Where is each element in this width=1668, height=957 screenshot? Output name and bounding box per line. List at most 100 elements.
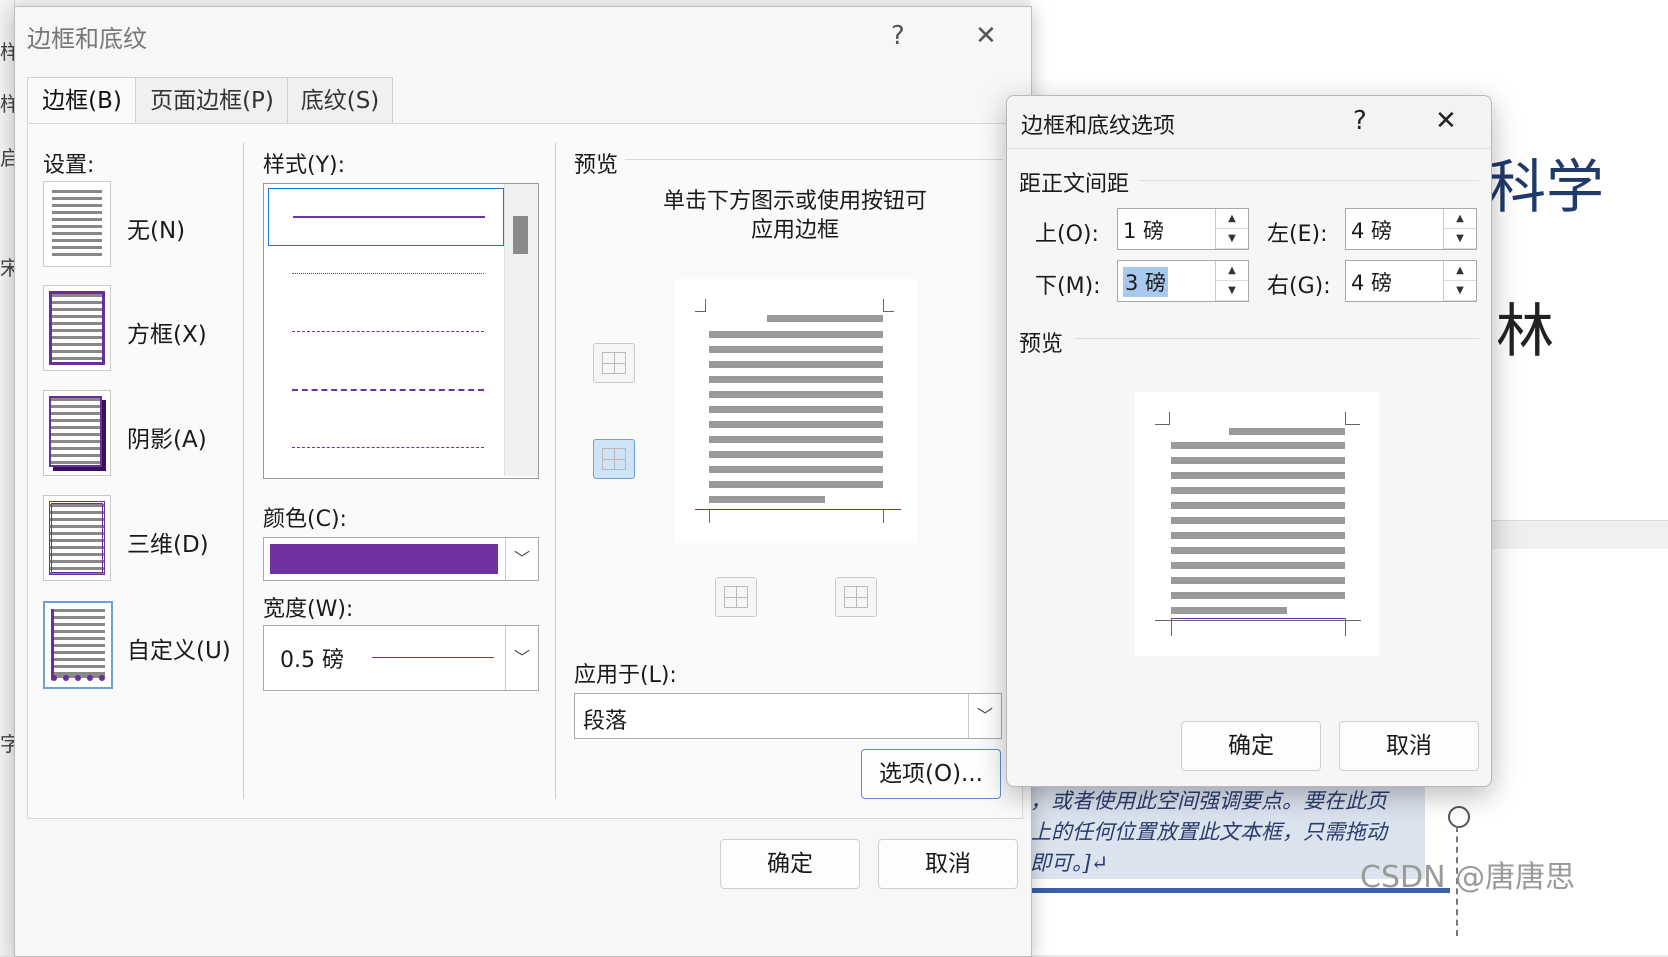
color-label: 颜色(C): [263,507,347,532]
style-dash-dot[interactable] [268,420,502,476]
options-preview [1135,392,1379,656]
corner-mark [709,509,710,523]
top-spacing-label: 上(O): [1035,222,1099,247]
spin-down-icon[interactable]: ▼ [1444,229,1476,249]
section-rule [1139,180,1479,181]
background-heading-text: 科学 [1488,153,1605,221]
apply-to-dropdown[interactable]: 段落 ﹀ [574,693,1002,739]
help-icon[interactable]: ? [891,21,905,51]
section-rule [1075,338,1479,339]
setting-none-icon[interactable] [43,181,111,267]
width-label: 宽度(W): [263,597,354,622]
style-scrollbar[interactable] [504,184,538,476]
ok-button[interactable]: 确定 [720,839,860,889]
right-spacing-label: 右(G): [1267,274,1331,299]
cancel-button[interactable]: 取消 [878,839,1018,889]
style-list[interactable] [263,183,539,479]
spin-down-icon[interactable]: ▼ [1216,229,1248,249]
scroll-thumb[interactable] [513,216,528,254]
chevron-down-icon[interactable]: ﹀ [968,694,1001,738]
left-spacing-label: 左(E): [1267,222,1328,247]
corner-mark [695,299,706,312]
style-dashed-small[interactable] [268,304,502,360]
shape-handle[interactable] [1448,806,1470,828]
left-spacing-value[interactable]: 4 磅 [1351,215,1392,245]
spinner-arrows[interactable]: ▲ ▼ [1443,261,1476,301]
tab-shading[interactable]: 底纹(S) [287,77,393,124]
width-value: 0.5 磅 [280,648,344,673]
setting-custom-icon[interactable] [43,601,113,689]
preview-rule [625,159,1003,160]
borders-shading-dialog: 边框和底纹 ? ✕ 边框(B) 页面边框(P) 底纹(S) 设置: 无(N) 方… [14,6,1032,957]
right-spacing-value[interactable]: 4 磅 [1351,267,1392,297]
chevron-down-icon[interactable]: ﹀ [505,626,538,690]
style-dashed[interactable] [268,362,502,418]
close-icon[interactable]: ✕ [975,21,997,51]
chevron-down-icon[interactable]: ﹀ [505,538,538,580]
preview-bottom-border [1171,618,1345,619]
bottom-spacing-label: 下(M): [1035,274,1101,299]
spin-up-icon[interactable]: ▲ [1444,261,1476,281]
apply-to-value: 段落 [583,709,628,734]
spin-up-icon[interactable]: ▲ [1444,209,1476,229]
border-preview[interactable] [675,279,917,543]
bottom-border-button[interactable] [593,439,635,479]
style-dotted[interactable] [268,246,502,302]
spinner-arrows[interactable]: ▲ ▼ [1215,209,1248,249]
options-cancel-button[interactable]: 取消 [1339,721,1479,771]
options-dialog-title: 边框和底纹选项 [1021,114,1176,139]
options-preview-label: 预览 [1019,332,1064,357]
bottom-spacing-stepper[interactable]: 3 磅 ▲ ▼ [1117,260,1249,302]
top-spacing-stepper[interactable]: 1 磅 ▲ ▼ [1117,208,1249,250]
left-border-button[interactable] [715,577,757,617]
preview-bottom-border [695,509,901,510]
close-icon[interactable]: ✕ [1435,106,1457,136]
style-solid[interactable] [268,188,504,246]
options-ok-button[interactable]: 确定 [1181,721,1321,771]
dialog-title: 边框和底纹 [27,25,147,53]
setting-box-label[interactable]: 方框(X) [127,315,207,349]
preview-bottom-guide [1155,620,1361,621]
setting-shadow-icon[interactable] [43,390,111,476]
setting-custom-label[interactable]: 自定义(U) [127,631,231,665]
top-spacing-value[interactable]: 1 磅 [1123,215,1164,245]
setting-shadow-label[interactable]: 阴影(A) [127,420,207,454]
top-border-button[interactable] [593,343,635,383]
preview-label: 预览 [574,153,619,178]
setting-3d-label[interactable]: 三维(D) [127,525,209,559]
left-spacing-stepper[interactable]: 4 磅 ▲ ▼ [1345,208,1477,250]
corner-mark [1345,412,1360,425]
width-line-sample [372,657,494,658]
right-spacing-stepper[interactable]: 4 磅 ▲ ▼ [1345,260,1477,302]
setting-3d-icon[interactable] [43,495,111,581]
corner-mark [883,299,894,312]
right-border-button[interactable] [835,577,877,617]
options-button[interactable]: 选项(O)... [861,749,1001,799]
spin-down-icon[interactable]: ▼ [1216,281,1248,301]
spinner-arrows[interactable]: ▲ ▼ [1443,209,1476,249]
watermark: CSDN @唐唐思 [1360,860,1576,895]
spin-down-icon[interactable]: ▼ [1444,281,1476,301]
settings-label: 设置: [43,153,95,178]
help-icon[interactable]: ? [1353,106,1367,136]
background-heading-text-2: 林 [1496,297,1555,365]
preview-hint: 单击下方图示或使用按钮可 应用边框 [662,189,927,243]
tab-page-border[interactable]: 页面边框(P) [135,77,289,124]
color-swatch [270,544,498,574]
bottom-spacing-value[interactable]: 3 磅 [1123,267,1169,297]
corner-mark [883,509,884,523]
color-dropdown[interactable]: ﹀ [263,537,539,581]
tab-borders[interactable]: 边框(B) [27,77,137,126]
setting-box-icon[interactable] [43,285,111,371]
background-left-panel: 样 样 启 宋 字 [0,0,20,955]
setting-none-label[interactable]: 无(N) [127,211,185,245]
style-label: 样式(Y): [263,153,346,178]
spinner-arrows[interactable]: ▲ ▼ [1215,261,1248,301]
separator [555,143,556,799]
spin-up-icon[interactable]: ▲ [1216,261,1248,281]
corner-mark [1171,618,1172,636]
border-options-dialog: 边框和底纹选项 ? ✕ 距正文间距 上(O): 1 磅 ▲ ▼ 左(E): 4 磅… [1006,95,1492,787]
width-dropdown[interactable]: 0.5 磅 ﹀ [263,625,539,691]
apply-to-label: 应用于(L): [574,663,677,688]
spin-up-icon[interactable]: ▲ [1216,209,1248,229]
